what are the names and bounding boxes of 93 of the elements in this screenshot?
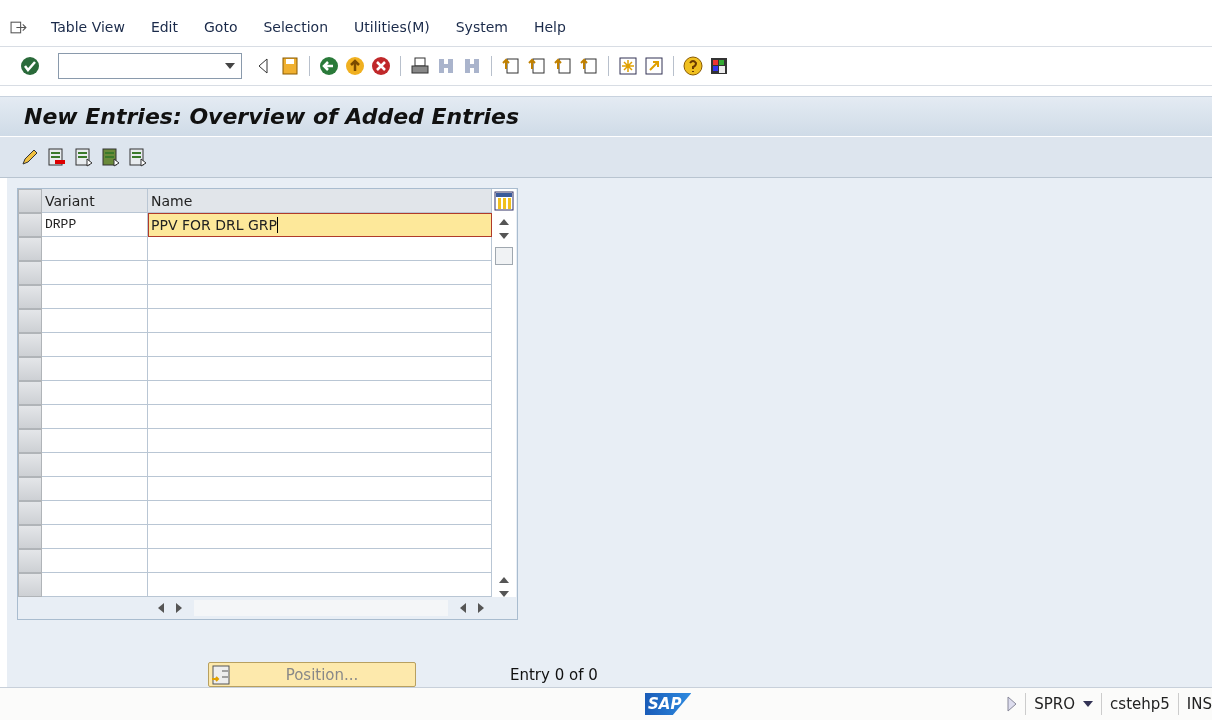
new-session-icon[interactable] (618, 56, 638, 76)
table-cell[interactable] (42, 285, 148, 309)
help-icon[interactable] (683, 56, 703, 76)
command-field[interactable] (58, 53, 242, 79)
table-cell[interactable] (42, 429, 148, 453)
server-name: cstehp5 (1110, 695, 1170, 713)
scroll-left-icon[interactable] (460, 603, 466, 613)
position-icon (211, 664, 231, 685)
table-cell[interactable] (148, 309, 492, 333)
table-cell[interactable] (42, 549, 148, 573)
row-selector[interactable] (18, 501, 42, 525)
table-cell[interactable] (42, 501, 148, 525)
table-cell[interactable] (148, 429, 492, 453)
table-cell[interactable] (42, 405, 148, 429)
table-cell[interactable] (42, 357, 148, 381)
row-selector[interactable] (18, 237, 42, 261)
row-selector[interactable] (18, 573, 42, 597)
menu-item[interactable]: Selection (263, 19, 328, 35)
menu-item[interactable]: Edit (150, 19, 178, 35)
enter-check-icon[interactable] (20, 56, 40, 76)
table-cell[interactable] (42, 333, 148, 357)
entry-count: Entry 0 of 0 (510, 665, 598, 684)
table-cell[interactable] (148, 285, 492, 309)
table-cell[interactable] (42, 525, 148, 549)
exit-icon[interactable] (345, 56, 365, 76)
table-cell[interactable] (148, 237, 492, 261)
scroll-down-icon[interactable] (499, 233, 509, 239)
row-selector[interactable] (18, 285, 42, 309)
cancel-icon[interactable] (371, 56, 391, 76)
table-cell[interactable] (148, 549, 492, 573)
menu-item[interactable]: Goto (204, 19, 238, 35)
table-cell[interactable] (148, 501, 492, 525)
input-field[interactable]: PPV FOR DRL GRP (148, 213, 492, 237)
row-selector[interactable] (18, 333, 42, 357)
menu-item[interactable]: Table View (51, 19, 125, 35)
table-cell[interactable] (42, 309, 148, 333)
table-cell[interactable] (42, 453, 148, 477)
layout-icon[interactable] (709, 56, 729, 76)
row-selector[interactable] (18, 429, 42, 453)
select-all-button[interactable] (18, 189, 42, 213)
expand-status-icon[interactable] (1007, 696, 1018, 712)
table-cell[interactable] (148, 405, 492, 429)
menu-item[interactable]: Help (533, 19, 566, 35)
delete-row-icon[interactable] (46, 147, 66, 167)
back-icon[interactable] (319, 56, 339, 76)
table-cell[interactable] (42, 381, 148, 405)
dropdown-icon[interactable] (225, 63, 235, 69)
shortcut-icon[interactable] (644, 56, 664, 76)
row-selector[interactable] (18, 357, 42, 381)
dropdown-icon[interactable] (1083, 701, 1094, 707)
column-settings-icon[interactable] (494, 191, 514, 211)
table-cell[interactable] (148, 525, 492, 549)
menu-icon[interactable] (10, 19, 27, 35)
table-cell[interactable] (42, 477, 148, 501)
row-selector[interactable] (18, 309, 42, 333)
row-selector[interactable] (18, 261, 42, 285)
table-cell[interactable] (148, 357, 492, 381)
table-cell[interactable] (42, 573, 148, 597)
row-selector[interactable] (18, 453, 42, 477)
table-cell[interactable] (42, 237, 148, 261)
table-cell[interactable] (42, 261, 148, 285)
detail-row-icon[interactable] (127, 147, 147, 167)
scroll-up-icon[interactable] (499, 577, 509, 583)
scroll-right-icon[interactable] (478, 603, 484, 613)
edit-pencil-icon[interactable] (19, 147, 39, 167)
sap-logo: SAP (645, 693, 692, 715)
table-cell[interactable] (148, 261, 492, 285)
row-selector[interactable] (18, 213, 42, 237)
row-selector[interactable] (18, 381, 42, 405)
save-icon[interactable] (280, 56, 300, 76)
row-selector[interactable] (18, 405, 42, 429)
table-cell[interactable]: DRPP (42, 213, 148, 237)
table-cell[interactable] (148, 333, 492, 357)
row-selector[interactable] (18, 477, 42, 501)
select-row-icon[interactable] (100, 147, 120, 167)
screen-title: New Entries: Overview of Added Entries (24, 104, 520, 129)
row-selector[interactable] (18, 549, 42, 573)
scroll-down-icon[interactable] (499, 591, 509, 597)
table-cell[interactable] (148, 453, 492, 477)
insert-mode: INS (1186, 695, 1212, 713)
menu-item[interactable]: System (455, 19, 508, 35)
transaction-code: SPRO (1034, 695, 1076, 713)
table-cell[interactable] (148, 477, 492, 501)
scrollbar-thumb[interactable] (495, 247, 513, 265)
scroll-right-icon[interactable] (176, 603, 182, 613)
copy-row-icon[interactable] (73, 147, 93, 167)
menu-item[interactable]: Utilities(M) (354, 19, 430, 35)
scroll-left-icon[interactable] (158, 603, 164, 613)
table-cell[interactable] (148, 381, 492, 405)
scroll-up-icon[interactable] (499, 219, 509, 225)
print-icon[interactable] (410, 56, 430, 76)
row-selector[interactable] (18, 525, 42, 549)
table-cell[interactable] (148, 573, 492, 597)
